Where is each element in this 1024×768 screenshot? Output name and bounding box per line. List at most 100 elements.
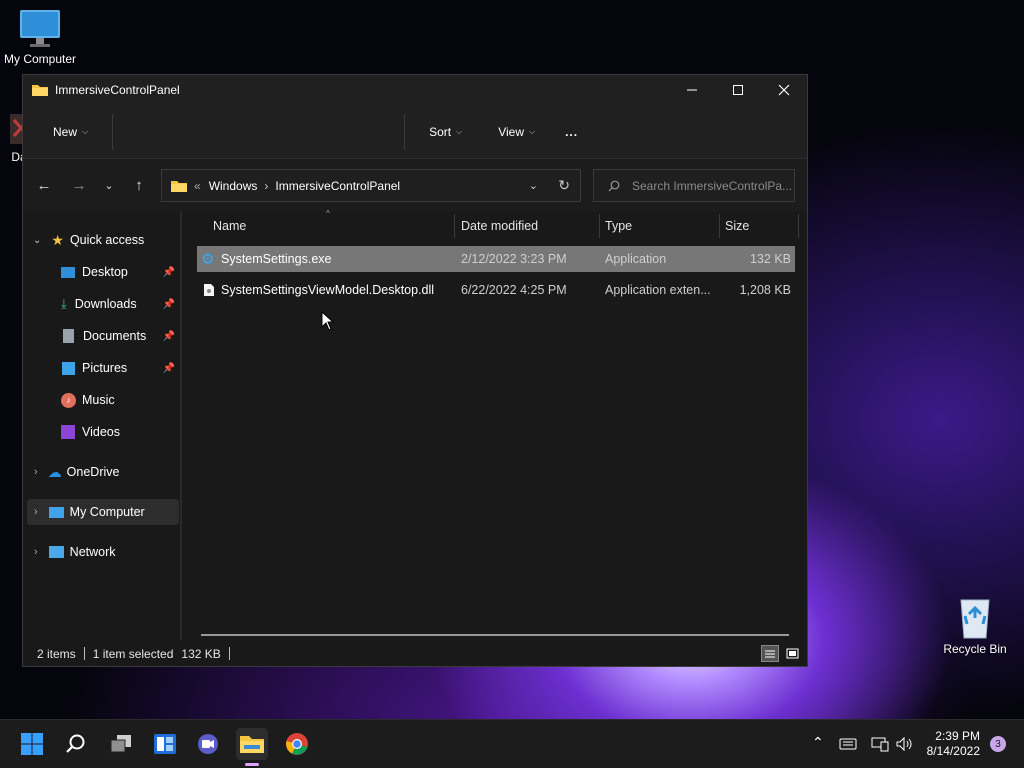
breadcrumb-immersivecontrolpanel[interactable]: ImmersiveControlPanel (275, 179, 400, 193)
address-dropdown-icon[interactable]: ⌄ (529, 179, 538, 192)
file-type: Application (605, 252, 667, 266)
close-button[interactable] (761, 75, 807, 105)
sidebar-item-downloads[interactable]: ⤓ Downloads 📌 (23, 291, 179, 317)
sort-label: Sort (429, 124, 452, 139)
chevron-down-icon: ⌵ (456, 126, 463, 136)
table-row[interactable]: ⚙ SystemSettings.exe 2/12/2022 3:23 PM A… (197, 246, 795, 272)
sidebar-item-label: Network (69, 545, 116, 559)
sidebar-scrollbar[interactable] (180, 212, 182, 640)
new-button[interactable]: New ⌵ (43, 116, 98, 148)
task-view-button[interactable] (105, 728, 137, 760)
command-bar: New ⌵ Sort ⌵ View ⌵ ... (23, 105, 807, 159)
chat-button[interactable] (192, 728, 224, 760)
network-icon[interactable] (871, 736, 889, 752)
column-divider[interactable] (599, 214, 600, 238)
view-label: View (498, 124, 524, 139)
forward-button[interactable]: → (64, 177, 94, 194)
file-size: 132 KB (749, 252, 791, 266)
desktop-icon (61, 266, 75, 278)
file-size: 1,208 KB (739, 283, 791, 297)
window-title: ImmersiveControlPanel (55, 83, 180, 97)
up-button[interactable]: ↑ (124, 177, 154, 194)
sidebar-item-desktop[interactable]: Desktop 📌 (23, 259, 179, 285)
widgets-icon (154, 734, 176, 754)
refresh-icon[interactable]: ↻ (558, 177, 570, 194)
column-divider[interactable] (454, 214, 455, 238)
column-header-name[interactable]: Name (213, 212, 246, 240)
sidebar-item-videos[interactable]: Videos (23, 419, 179, 445)
details-view-button[interactable] (761, 645, 779, 662)
horizontal-scrollbar[interactable] (201, 634, 789, 636)
see-more-button[interactable]: ... (555, 116, 588, 148)
search-placeholder: Search ImmersiveControlPa... (632, 178, 793, 193)
chevron-down-icon: ⌄ (104, 179, 114, 192)
show-hidden-icons-button[interactable]: ⌃ (812, 734, 824, 751)
windows-logo-icon (21, 733, 43, 755)
chevron-right-icon[interactable]: › (34, 466, 38, 478)
toolbar-divider (404, 113, 406, 150)
column-header-date[interactable]: Date modified (461, 212, 538, 240)
column-divider[interactable] (719, 214, 720, 238)
column-header-label: Name (213, 219, 247, 233)
sidebar-item-onedrive[interactable]: › ☁ OneDrive (23, 459, 179, 485)
sidebar-item-documents[interactable]: Documents 📌 (23, 323, 179, 349)
status-divider (228, 647, 230, 660)
table-row[interactable]: SystemSettingsViewModel.Desktop.dll 6/22… (197, 277, 795, 303)
minimize-icon (687, 89, 697, 91)
details-view-icon (765, 650, 775, 657)
gear-icon: ⚙ (201, 251, 215, 268)
clock-date: 8/14/2022 (926, 744, 980, 758)
column-header-size[interactable]: Size (725, 212, 749, 240)
widgets-button[interactable] (149, 728, 181, 760)
sidebar-item-network[interactable]: › Network (23, 539, 179, 565)
column-divider[interactable] (798, 214, 799, 238)
tiles-view-button[interactable] (783, 645, 801, 662)
sidebar-item-my-computer[interactable]: › My Computer (27, 499, 179, 525)
volume-icon[interactable] (895, 736, 913, 752)
breadcrumb-overflow[interactable]: « (194, 179, 201, 193)
sidebar-item-label: Documents (83, 329, 147, 343)
navigation-bar: ← → ⌄ ↑ « Windows › ImmersiveControlPane… (23, 159, 807, 211)
status-bar: 2 items 1 item selected 132 KB (23, 641, 807, 666)
column-header-label: Type (605, 219, 633, 233)
file-name: SystemSettingsViewModel.Desktop.dll (221, 283, 435, 297)
start-button[interactable] (16, 728, 48, 760)
chevron-right-icon[interactable]: › (34, 506, 38, 518)
minimize-button[interactable] (669, 75, 715, 105)
folder-icon (171, 180, 187, 192)
chrome-icon (286, 733, 308, 755)
back-button[interactable]: ← (29, 177, 59, 194)
sidebar-item-label: My Computer (69, 505, 145, 519)
notification-badge[interactable]: 3 (990, 736, 1006, 752)
search-input[interactable]: Search ImmersiveControlPa... (593, 169, 795, 202)
search-button[interactable] (60, 728, 92, 760)
address-bar[interactable]: « Windows › ImmersiveControlPanel ⌄ ↻ (161, 169, 581, 202)
file-explorer-taskbar-button[interactable] (236, 728, 268, 766)
clock[interactable]: 2:39 PM 8/14/2022 (927, 729, 980, 759)
breadcrumb-windows[interactable]: Windows (209, 179, 258, 193)
pin-icon: 📌 (162, 298, 175, 310)
title-bar[interactable]: ImmersiveControlPanel (23, 75, 807, 105)
keyboard-icon[interactable] (839, 738, 857, 750)
sidebar-item-pictures[interactable]: Pictures 📌 (23, 355, 179, 381)
chevron-down-icon[interactable]: ⌄ (33, 235, 41, 246)
sidebar-item-label: OneDrive (66, 465, 120, 479)
desktop-icon-recycle-bin[interactable]: Recycle Bin (935, 594, 1015, 656)
column-header-type[interactable]: Type (605, 212, 632, 240)
view-button[interactable]: View ⌵ (488, 116, 545, 148)
sidebar-item-music[interactable]: ♪ Music (23, 387, 179, 413)
breadcrumb-separator-icon: › (264, 178, 269, 193)
sidebar-item-quick-access[interactable]: ⌄ ★ Quick access (23, 227, 179, 253)
chrome-taskbar-button[interactable] (281, 728, 313, 760)
desktop-icon-my-computer[interactable]: My Computer (0, 8, 80, 66)
sort-button[interactable]: Sort ⌵ (419, 116, 472, 148)
chevron-right-icon[interactable]: › (34, 546, 38, 558)
recent-locations-button[interactable]: ⌄ (94, 179, 124, 192)
desktop-icon-label: My Computer (3, 52, 77, 66)
file-name: SystemSettings.exe (221, 252, 332, 266)
file-date: 6/22/2022 4:25 PM (461, 283, 567, 297)
close-icon (778, 84, 790, 96)
maximize-button[interactable] (715, 75, 761, 105)
sort-ascending-icon: ^ (326, 209, 330, 218)
file-date: 2/12/2022 3:23 PM (461, 252, 567, 266)
